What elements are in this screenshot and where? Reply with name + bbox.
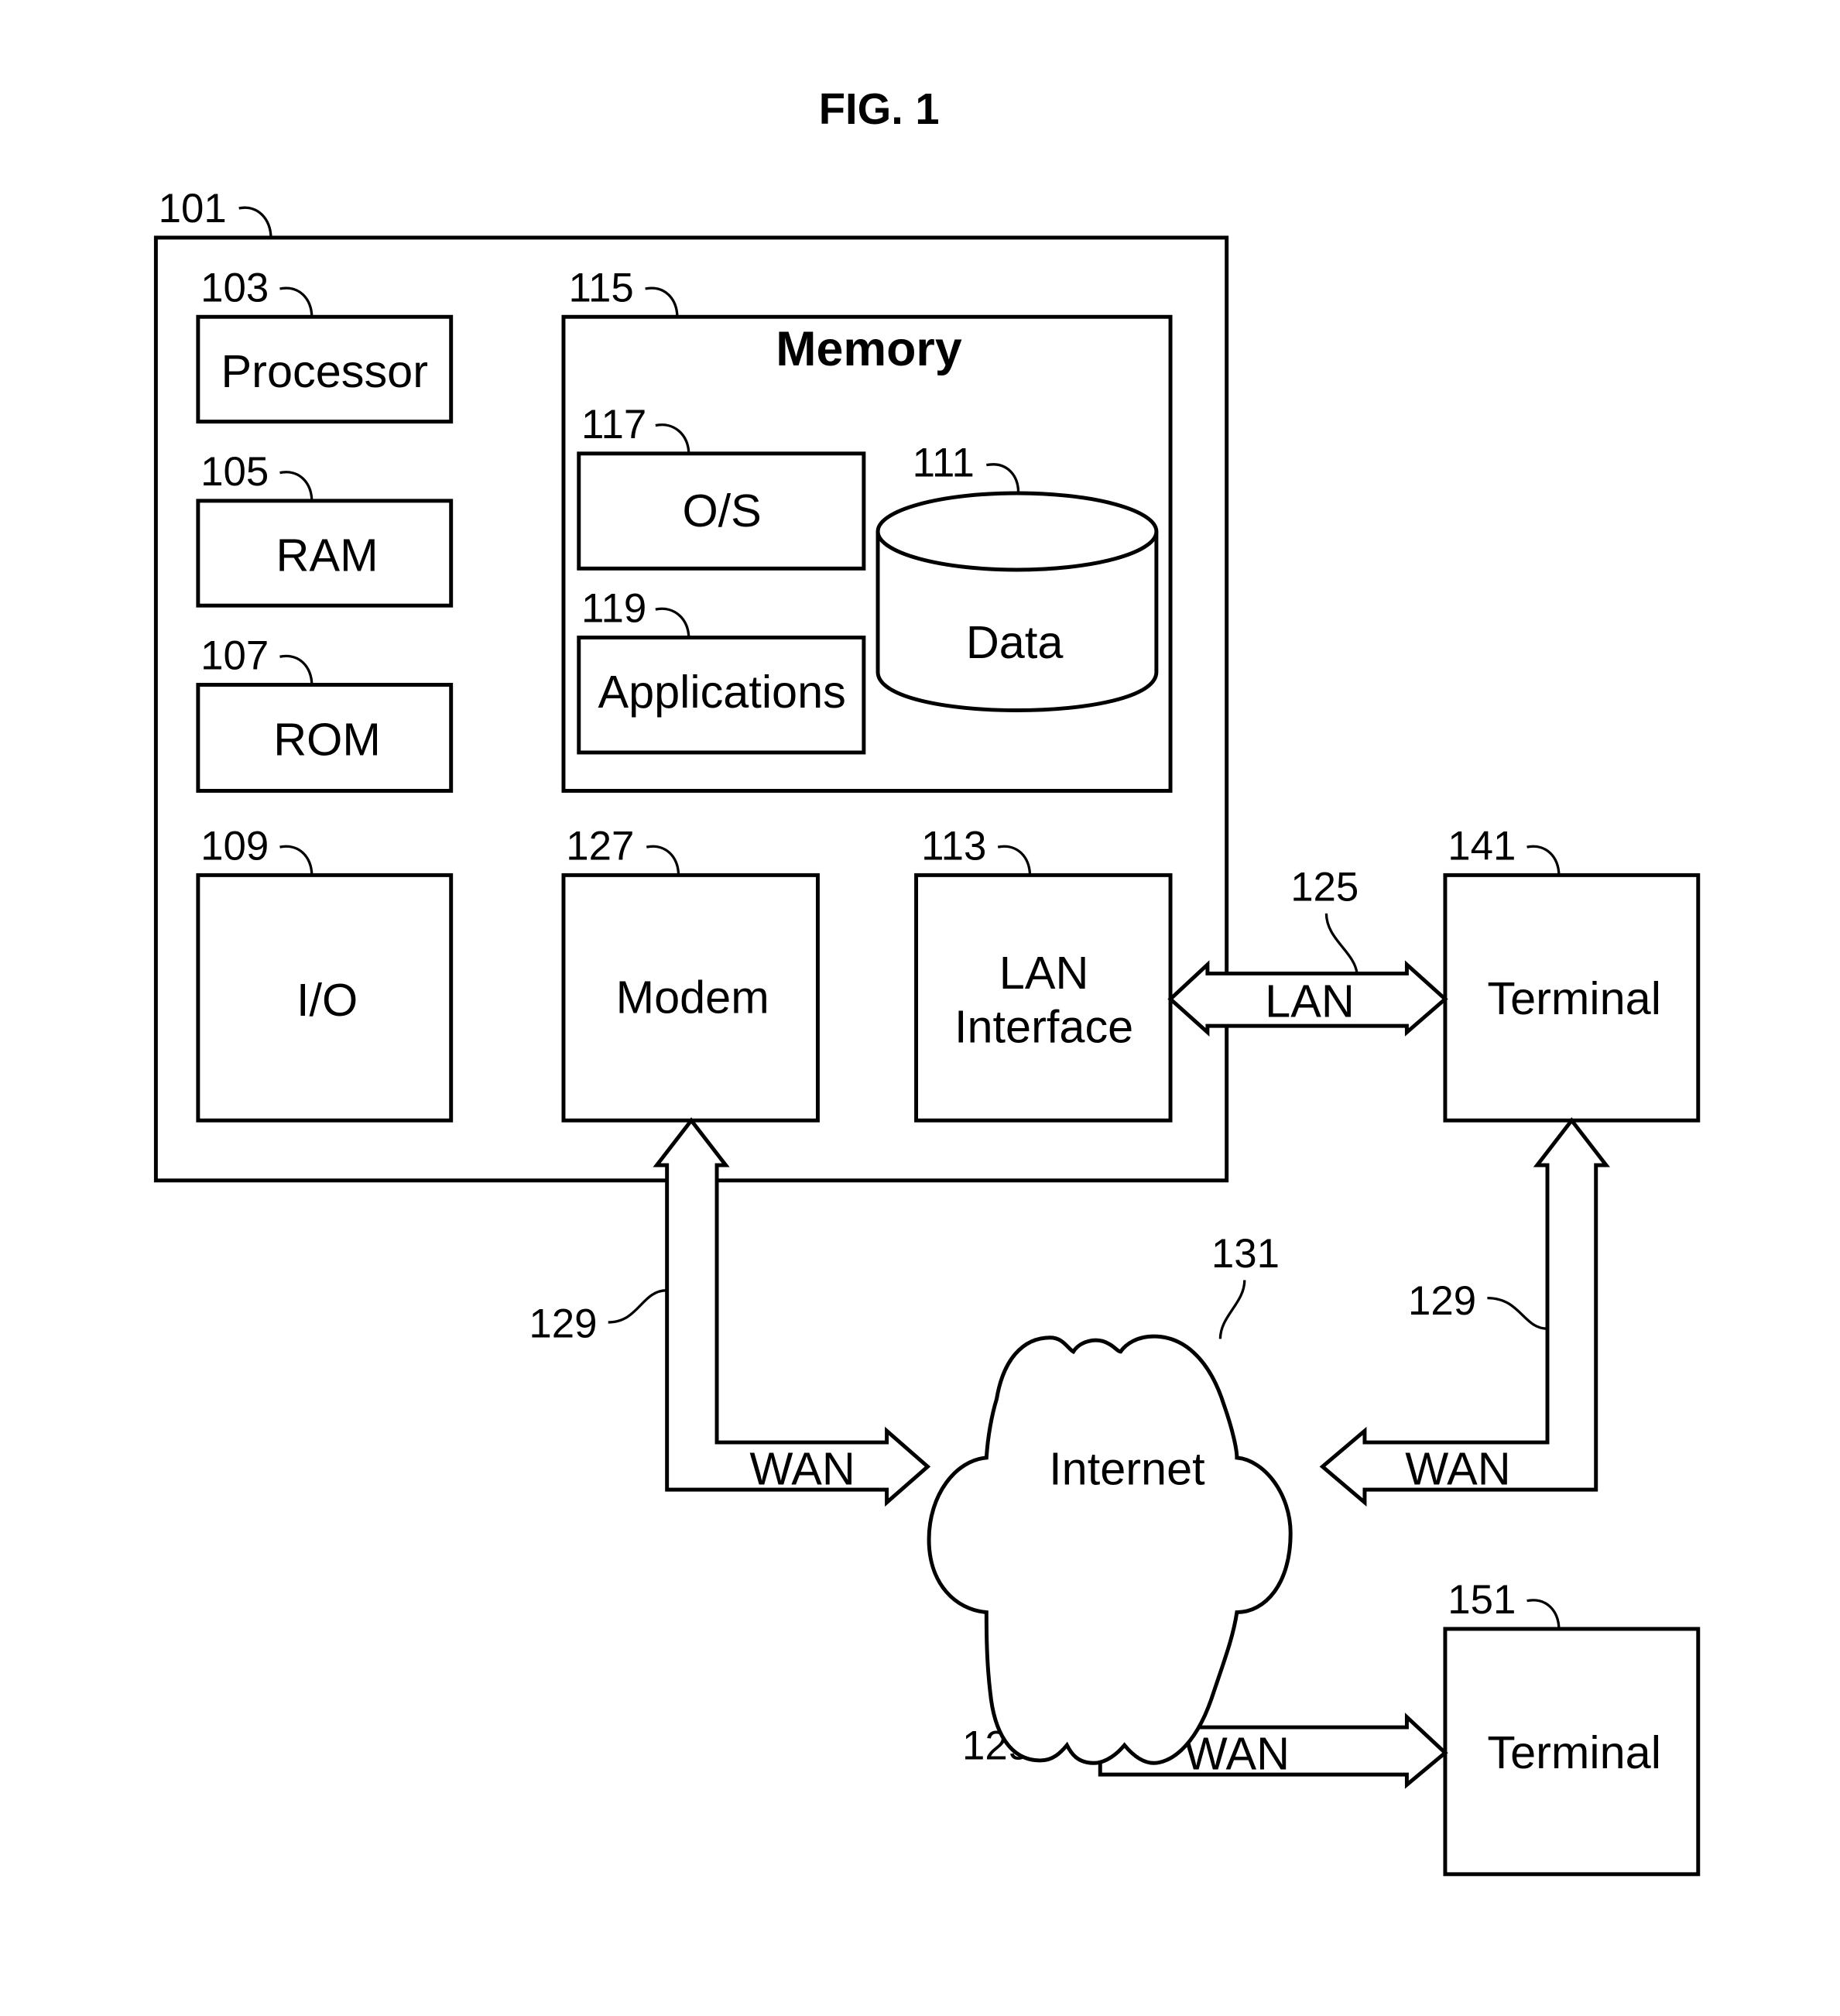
leader-131 xyxy=(1218,1280,1246,1339)
cloud-shape xyxy=(927,1334,1293,1765)
ref-129-terminal-141: 129 xyxy=(1408,1278,1476,1324)
ref-131: 131 xyxy=(1211,1231,1280,1277)
internet-label: Internet xyxy=(1049,1443,1205,1495)
ref-113: 113 xyxy=(921,824,986,869)
lan-interface-label-line2: Interface xyxy=(954,1001,1133,1053)
ref-129-modem: 129 xyxy=(529,1301,597,1347)
io-label: I/O xyxy=(296,974,358,1026)
terminal-151: 151 Terminal xyxy=(1443,1577,1701,1877)
ref-127: 127 xyxy=(566,824,634,869)
ref-101: 101 xyxy=(159,186,227,231)
ref-141: 141 xyxy=(1448,824,1516,869)
leader-129-terminal-141 xyxy=(1487,1296,1548,1330)
terminal-141: 141 Terminal xyxy=(1443,824,1701,1123)
leader-125 xyxy=(1324,913,1359,974)
ref-107: 107 xyxy=(200,633,269,679)
lan-interface-label-line1: LAN xyxy=(999,947,1089,999)
ref-109: 109 xyxy=(200,824,269,869)
internet-cloud: 131 Internet xyxy=(927,1231,1293,1765)
processor-label: Processor xyxy=(221,345,428,397)
ref-115: 115 xyxy=(569,265,634,310)
ref-119: 119 xyxy=(581,586,646,632)
wan-label-modem: WAN xyxy=(749,1443,855,1495)
ref-111: 111 xyxy=(913,441,975,486)
terminal-141-label: Terminal xyxy=(1487,972,1661,1024)
terminal-151-label: Terminal xyxy=(1487,1726,1661,1778)
patent-figure: FIG. 1 101 103 Processor 105 RAM 107 ROM… xyxy=(153,84,1701,1877)
lan-label: LAN xyxy=(1265,975,1355,1027)
wan-connection-terminal-141: 129 WAN xyxy=(1319,1117,1610,1507)
ref-117: 117 xyxy=(581,402,646,447)
applications-label: Applications xyxy=(598,666,845,718)
leader-151 xyxy=(1526,1599,1561,1630)
leader-101 xyxy=(238,206,272,238)
ref-105: 105 xyxy=(200,449,269,495)
wan-label-terminal-141: WAN xyxy=(1405,1443,1510,1495)
cylinder-top xyxy=(875,491,1159,572)
leader-129-modem xyxy=(608,1289,667,1324)
memory-label: Memory xyxy=(776,322,962,376)
figure-title: FIG. 1 xyxy=(819,84,940,133)
leader-141 xyxy=(1526,845,1561,876)
ref-103: 103 xyxy=(200,265,269,310)
os-label: O/S xyxy=(682,485,761,537)
rom-label: ROM xyxy=(273,713,381,765)
modem-label: Modem xyxy=(616,972,769,1023)
ram-label: RAM xyxy=(276,530,379,581)
ref-151: 151 xyxy=(1448,1577,1516,1623)
data-label: Data xyxy=(966,616,1064,668)
ref-125: 125 xyxy=(1290,864,1359,910)
wan-label-terminal-151: WAN xyxy=(1184,1728,1290,1780)
